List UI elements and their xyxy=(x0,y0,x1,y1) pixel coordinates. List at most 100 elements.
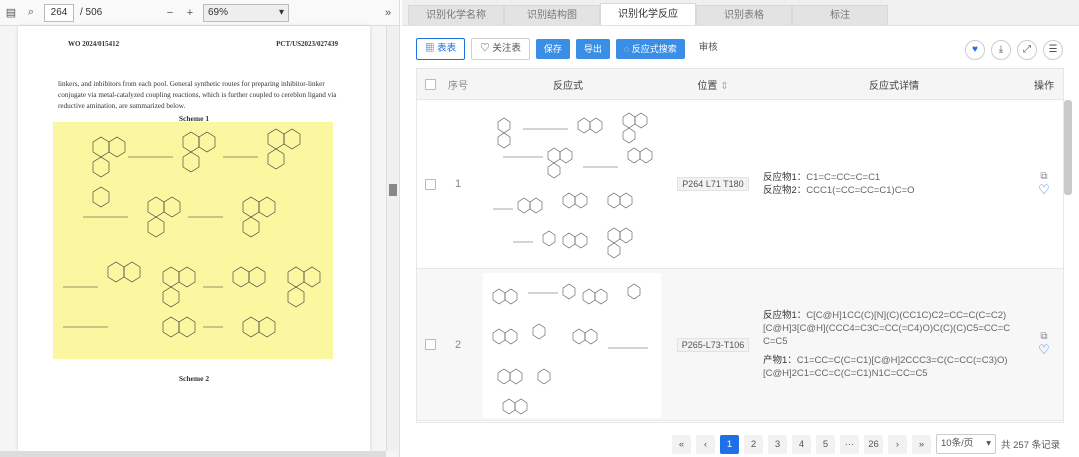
page-number-input[interactable]: 264 xyxy=(44,3,74,22)
settings-icon[interactable]: ☰ xyxy=(1043,40,1063,60)
row-checkbox[interactable] xyxy=(424,178,436,190)
sort-icon: ⇕ xyxy=(720,80,729,92)
detail-label: 反应物2： xyxy=(763,185,807,196)
favorite-icon[interactable]: ♡ xyxy=(1025,342,1063,358)
table-toolbar: ▦ 表表 ♡ 关注表 保存 导出 ◌ 反应式搜索 审核 xyxy=(416,38,726,60)
detail-label: 反应物1： xyxy=(763,172,807,183)
page-ellipsis[interactable]: ··· xyxy=(840,434,859,454)
favorite-icon[interactable]: ♡ xyxy=(1025,182,1063,198)
detail-line: 反应物2：CCC1(=CC=CC=C1)C=O xyxy=(763,184,1011,197)
tab-structure[interactable]: 识别结构图 xyxy=(504,5,600,25)
last-page-icon[interactable]: » xyxy=(912,434,931,454)
reactions-table: 序号 反应式 位置 ⇕ 反应式详情 操作 1 P264 L71 T180 反应物… xyxy=(416,68,1064,423)
row-checkbox[interactable] xyxy=(424,339,436,350)
tab-chemical-names[interactable]: 识别化学名称 xyxy=(408,5,504,25)
save-button[interactable]: 保存 xyxy=(535,39,570,59)
page-button[interactable]: 3 xyxy=(768,434,787,454)
detail-line: 产物1：C1=CC=C(C=C1)[C@H]2CCC3=C(C=CC(=C3)O… xyxy=(763,354,1011,380)
right-tools: ♥ ⤓ ⤢ ☰ xyxy=(965,40,1063,60)
tab-bar: 识别化学名称 识别结构图 识别化学反应 识别表格 标注 xyxy=(402,0,1079,26)
scheme-1-image xyxy=(53,122,333,359)
details-cell: 反应物1：C[C@H]1CC(C)[N](C)(CC1C)C2=CC=C(C=C… xyxy=(763,309,1025,380)
next-page-icon[interactable]: › xyxy=(888,434,907,454)
reaction-image[interactable] xyxy=(483,107,661,262)
row-index: 2 xyxy=(454,338,462,351)
detail-label: 产物1： xyxy=(763,355,797,366)
reaction-search-label: 反应式搜索 xyxy=(631,44,677,54)
copy-icon[interactable]: ⧉ xyxy=(1025,171,1063,182)
total-records: 共 257 条记录 xyxy=(1001,440,1061,451)
doc-header: WO 2024/015412 PCT/US2023/027439 xyxy=(68,40,338,48)
position-tag[interactable]: P264 L71 T180 xyxy=(677,177,749,191)
col-details: 反应式详情 xyxy=(869,80,919,92)
detail-smiles: C1=C=CC=C=C1 xyxy=(806,172,881,183)
page-button[interactable]: 1 xyxy=(720,434,739,454)
list-view-button[interactable]: ▦ 表表 xyxy=(416,38,466,60)
col-reaction: 反应式 xyxy=(553,80,583,92)
doc-header-right: PCT/US2023/027439 xyxy=(276,40,338,48)
favorites-filter-label: 关注表 xyxy=(492,43,521,54)
first-page-icon[interactable]: « xyxy=(672,434,691,454)
page-button[interactable]: 4 xyxy=(792,434,811,454)
page-size-value: 10条/页 xyxy=(941,438,974,449)
favorite-heart-icon[interactable]: ♥ xyxy=(965,40,985,60)
more-tools-icon[interactable]: » xyxy=(381,7,395,19)
favorites-filter-button[interactable]: ♡ 关注表 xyxy=(471,38,530,60)
reaction-search-button[interactable]: ◌ 反应式搜索 xyxy=(615,39,685,59)
scroll-thumb[interactable] xyxy=(389,184,397,196)
page-button[interactable]: 2 xyxy=(744,434,763,454)
pdf-vertical-scrollbar[interactable] xyxy=(386,26,398,451)
page-button[interactable]: 26 xyxy=(864,434,883,454)
copy-icon[interactable]: ⧉ xyxy=(1025,331,1063,342)
zoom-select[interactable]: 69% ▾ xyxy=(203,3,289,22)
prev-page-icon[interactable]: ‹ xyxy=(696,434,715,454)
scheme-2-title: Scheme 2 xyxy=(178,374,210,383)
download-icon[interactable]: ⤓ xyxy=(991,40,1011,60)
page-size-select[interactable]: 10条/页 ▾ xyxy=(936,434,996,454)
table-header: 序号 反应式 位置 ⇕ 反应式详情 操作 xyxy=(417,69,1063,100)
select-all-cell xyxy=(417,78,443,90)
detail-label: 反应物1： xyxy=(763,310,807,321)
zoom-value: 69% xyxy=(208,6,229,18)
select-all-checkbox[interactable] xyxy=(424,78,436,90)
list-view-label: 表表 xyxy=(437,43,457,54)
col-position[interactable]: 位置 ⇕ xyxy=(663,77,763,92)
tab-reactions[interactable]: 识别化学反应 xyxy=(600,3,696,25)
scheme-structures-drawing xyxy=(63,128,321,338)
zoom-out-icon[interactable]: − xyxy=(163,7,177,19)
position-cell: P265-L73-T106 xyxy=(663,337,763,352)
col-position-label: 位置 xyxy=(697,80,718,92)
search-icon[interactable]: ⌕ xyxy=(24,6,38,19)
tab-tables[interactable]: 识别表格 xyxy=(696,5,792,25)
ops-cell: ⧉ ♡ xyxy=(1025,331,1063,358)
pagination: « ‹ 1 2 3 4 5 ··· 26 › » 10条/页 ▾ 共 257 条记… xyxy=(672,434,1060,454)
review-button[interactable]: 审核 xyxy=(690,38,726,60)
fullscreen-icon[interactable]: ⤢ xyxy=(1017,40,1037,60)
zoom-in-icon[interactable]: + xyxy=(183,7,197,19)
reaction-cell xyxy=(473,269,663,421)
chevron-down-icon: ▾ xyxy=(278,6,284,18)
pdf-horizontal-scrollbar[interactable] xyxy=(0,451,386,457)
table-row: 2 P265-L73-T106 反应物1：C[C@H]1CC(C)[N](C)(… xyxy=(417,269,1063,421)
detail-smiles: CCC1(=CC=CC=C1)C=O xyxy=(806,185,915,196)
position-cell: P264 L71 T180 xyxy=(663,177,763,191)
sidebar-toggle-icon[interactable]: ▤ xyxy=(4,6,18,19)
pdf-toolbar: ▤ ⌕ 264 / 506 − + 69% ▾ » xyxy=(0,0,399,26)
position-tag[interactable]: P265-L73-T106 xyxy=(676,337,750,352)
grid-icon: ▦ xyxy=(425,43,435,54)
row-index: 1 xyxy=(454,178,462,190)
page-total: / 506 xyxy=(80,7,103,18)
page-button[interactable]: 5 xyxy=(816,434,835,454)
reaction-image[interactable] xyxy=(483,272,661,418)
doc-paragraph: linkers, and inhibitors from each pool. … xyxy=(58,80,337,110)
tab-annotations[interactable]: 标注 xyxy=(792,5,888,25)
ops-cell: ⧉ ♡ xyxy=(1025,171,1063,198)
heart-outline-icon: ♡ xyxy=(480,43,490,54)
export-button[interactable]: 导出 xyxy=(575,39,610,59)
sync-icon: ◌ xyxy=(623,44,630,54)
details-cell: 反应物1：C1=C=CC=C=C1 反应物2：CCC1(=CC=CC=C1)C=… xyxy=(763,171,1025,197)
table-scrollbar[interactable] xyxy=(1064,100,1072,195)
reaction-cell xyxy=(473,103,663,265)
col-ops: 操作 xyxy=(1034,80,1054,92)
chevron-down-icon: ▾ xyxy=(986,438,991,449)
